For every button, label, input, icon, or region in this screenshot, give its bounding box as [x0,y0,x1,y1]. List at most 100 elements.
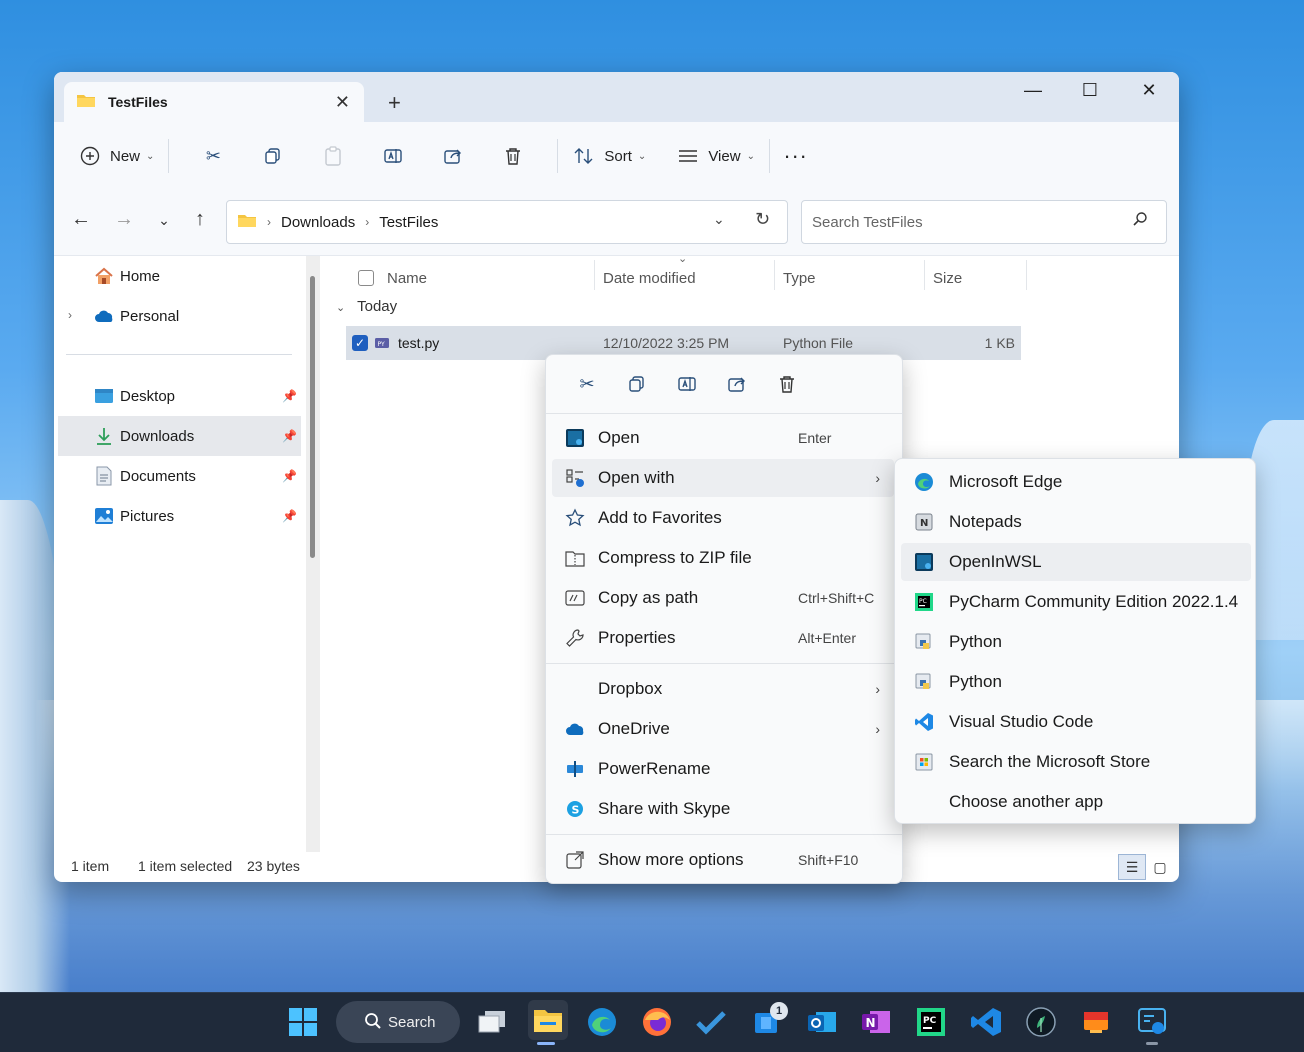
large-icons-view-icon[interactable]: ▢ [1146,854,1174,880]
paste-button[interactable] [303,136,363,176]
trash-icon[interactable] [762,369,812,399]
copy-icon[interactable] [612,369,662,399]
delete-button[interactable] [483,136,543,176]
sidebar-item-desktop[interactable]: Desktop 📌 [58,376,301,416]
app-notepads[interactable]: N Notepads [901,503,1251,541]
menu-item-label: Microsoft Edge [949,472,1063,491]
new-button[interactable]: New ⌄ [78,136,154,176]
maximize-icon[interactable]: ☐ [1067,80,1113,101]
rename-button[interactable] [363,136,423,176]
details-view-icon[interactable]: ☰ [1118,854,1146,880]
onenote-taskbar-icon[interactable]: N [858,1004,894,1040]
column-name[interactable]: Name [387,264,427,292]
close-window-icon[interactable]: ✕ [1126,80,1172,101]
menu-item-label: Share with Skype [598,799,731,818]
menu-item-dropbox[interactable]: Dropbox › [552,670,894,708]
address-bar[interactable]: › Downloads › TestFiles ⌄ ↻ [226,200,788,244]
select-all-checkbox[interactable] [358,264,374,292]
address-dropdown-chevron-icon[interactable]: ⌄ [713,211,725,228]
pin-icon[interactable]: 📌 [282,469,297,483]
recent-locations-chevron-icon[interactable]: ⌄ [149,212,179,229]
todo-taskbar-icon[interactable] [693,1004,729,1040]
sidebar-item-label: Personal [120,307,180,325]
plus-icon[interactable]: + [388,90,401,116]
context-menu: ✂ Open Enter Open with › Add to Favorite… [545,354,903,884]
column-size[interactable]: Size [933,264,962,292]
share-button[interactable] [423,136,483,176]
back-arrow-icon[interactable]: ← [66,208,96,231]
task-view-icon[interactable] [474,1004,510,1040]
app-pycharm[interactable]: PC PyCharm Community Edition 2022.1.4 [901,583,1251,621]
pin-icon[interactable]: 📌 [282,509,297,523]
sidebar-item-downloads[interactable]: Downloads 📌 [58,416,301,456]
vscode-taskbar-icon[interactable] [968,1004,1004,1040]
view-button[interactable]: View ⌄ [676,136,755,176]
firefox-taskbar-icon[interactable] [639,1004,675,1040]
menu-item-add-to-favorites[interactable]: Add to Favorites [552,499,894,537]
menu-shortcut: Enter [798,430,832,446]
pin-icon[interactable]: 📌 [282,389,297,403]
menu-item-label: Python [949,632,1002,651]
presentation-app-taskbar-icon[interactable] [1078,1004,1114,1040]
menu-item-open[interactable]: Open Enter [552,419,894,457]
sidebar-scrollbar[interactable] [310,276,315,558]
sidebar-item-personal[interactable]: Personal [58,296,301,336]
app-choose-another[interactable]: Choose another app [901,783,1251,821]
file-explorer-taskbar-icon[interactable] [528,1000,568,1040]
menu-item-onedrive[interactable]: OneDrive › [552,710,894,748]
app-python-1[interactable]: Python [901,623,1251,661]
edge-taskbar-icon[interactable] [584,1004,620,1040]
search-input[interactable]: Search TestFiles [801,200,1167,244]
menu-item-open-with[interactable]: Open with › [552,459,894,497]
sort-button[interactable]: Sort ⌄ [572,136,646,176]
terminal-app-taskbar-icon[interactable] [1023,1004,1059,1040]
openinwsl-icon [564,427,586,449]
status-selected: 1 item selected [138,858,233,874]
app-microsoft-edge[interactable]: Microsoft Edge [901,463,1251,501]
sidebar-item-documents[interactable]: Documents 📌 [58,456,301,496]
column-date-modified[interactable]: Date modified [603,264,696,292]
copy-button[interactable] [243,136,303,176]
windows-start-icon[interactable] [285,1004,321,1040]
row-checkbox[interactable]: ✓ [352,335,368,351]
taskbar-search-button[interactable]: Search [336,1001,460,1043]
sidebar-item-home[interactable]: Home [58,256,301,296]
forward-arrow-icon[interactable]: → [109,208,139,231]
menu-item-properties[interactable]: Properties Alt+Enter [552,619,894,657]
more-options-button[interactable]: ... [784,136,808,176]
up-arrow-icon[interactable]: ↑ [185,208,215,231]
sidebar-item-pictures[interactable]: Pictures 📌 [58,496,301,536]
menu-item-share-with-skype[interactable]: S Share with Skype [552,790,894,828]
breadcrumb-downloads[interactable]: Downloads [281,214,355,231]
chevron-right-icon: › [875,681,880,697]
trash-icon [501,144,525,168]
menu-item-powerrename[interactable]: PowerRename [552,750,894,788]
rename-icon[interactable] [662,369,712,399]
refresh-icon[interactable]: ↻ [755,209,770,230]
cut-button[interactable]: ✂ [183,136,243,176]
app-openinwsl[interactable]: OpenInWSL [901,543,1251,581]
close-icon[interactable]: ✕ [335,92,350,113]
scissors-icon[interactable]: ✂ [562,369,612,399]
svg-text:PY: PY [378,341,385,348]
tab-testfiles[interactable]: TestFiles ✕ [64,82,364,122]
pycharm-taskbar-icon[interactable]: PC [913,1004,949,1040]
app-microsoft-store-search[interactable]: Search the Microsoft Store [901,743,1251,781]
openinwsl-taskbar-icon[interactable] [1134,1004,1170,1040]
outlook-taskbar-icon[interactable] [804,1004,840,1040]
share-icon [441,144,465,168]
menu-shortcut: Alt+Enter [798,630,856,646]
menu-item-compress-zip[interactable]: Compress to ZIP file [552,539,894,577]
minimize-icon[interactable]: — [1010,80,1056,101]
checkbox[interactable] [358,270,374,286]
active-app-indicator [537,1042,555,1045]
app-python-2[interactable]: Python [901,663,1251,701]
breadcrumb-testfiles[interactable]: TestFiles [379,214,438,231]
menu-item-copy-as-path[interactable]: Copy as path Ctrl+Shift+C [552,579,894,617]
group-header-today[interactable]: ⌄ Today [336,298,397,315]
column-type[interactable]: Type [783,264,816,292]
pin-icon[interactable]: 📌 [282,429,297,443]
menu-item-show-more-options[interactable]: Show more options Shift+F10 [552,841,894,879]
app-visual-studio-code[interactable]: Visual Studio Code [901,703,1251,741]
share-icon[interactable] [712,369,762,399]
